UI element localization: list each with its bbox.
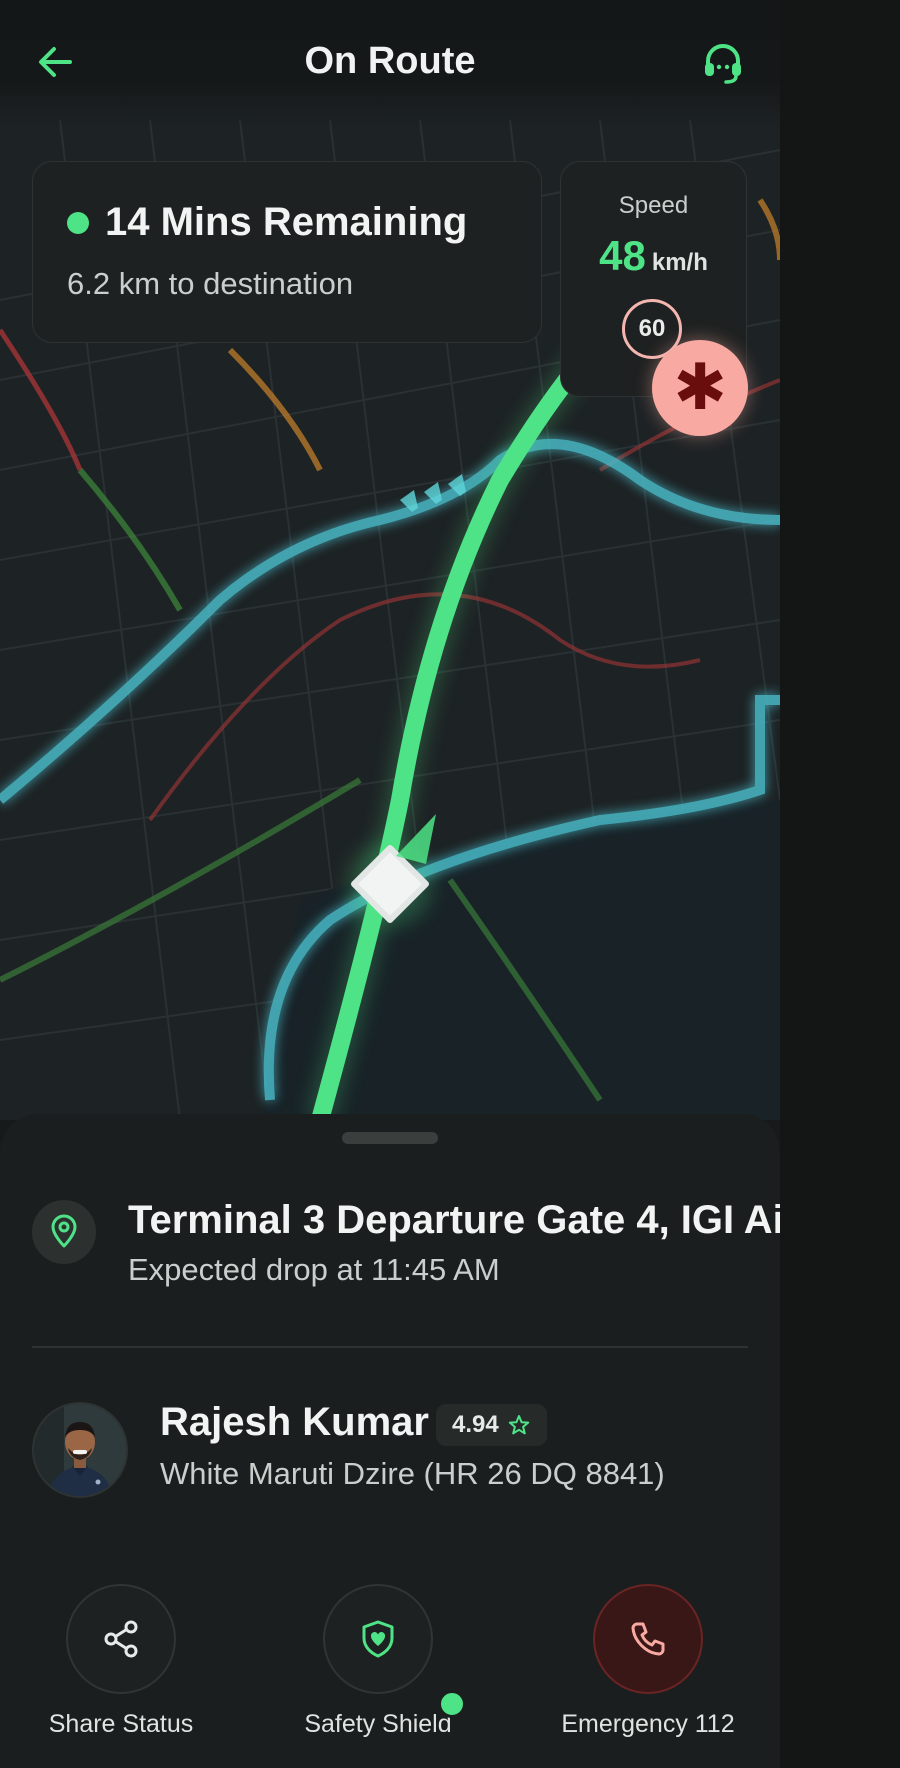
shield-heart-icon [362, 1620, 394, 1658]
sos-button[interactable]: ✱ [652, 340, 748, 436]
destination-icon-wrap [32, 1200, 96, 1264]
share-status-label: Share Status [48, 1710, 194, 1738]
emergency-action: Emergency 112 [528, 1584, 768, 1739]
phone-icon [631, 1622, 665, 1656]
driver-avatar[interactable] [32, 1402, 128, 1498]
rating-value: 4.94 [452, 1411, 499, 1438]
divider [32, 1346, 748, 1348]
current-speed: 48 km/h [561, 232, 746, 280]
safety-shield-label: Safety Shield [304, 1710, 452, 1738]
driver-photo [34, 1404, 126, 1496]
destination-name: Terminal 3 Departure Gate 4, IGI Airport [128, 1198, 780, 1242]
side-edge [780, 0, 900, 1768]
expected-drop-time: Expected drop at 11:45 AM [128, 1252, 500, 1287]
eta-card: 14 Mins Remaining 6.2 km to destination [32, 161, 542, 343]
safety-shield-button[interactable] [323, 1584, 433, 1694]
asterisk-icon: ✱ [673, 351, 727, 425]
driver-name: Rajesh Kumar [160, 1400, 429, 1444]
speed-value: 48 [599, 232, 646, 279]
top-bar: On Route [0, 0, 780, 130]
emergency-call-button[interactable] [593, 1584, 703, 1694]
speed-label: Speed [618, 192, 689, 219]
sheet-drag-handle[interactable] [342, 1132, 438, 1144]
location-pin-icon [51, 1214, 77, 1248]
support-button[interactable] [700, 40, 746, 86]
share-icon [104, 1620, 138, 1658]
share-status-button[interactable] [66, 1584, 176, 1694]
emergency-label: Emergency 112 [561, 1710, 735, 1738]
eta-title: 14 Mins Remaining [105, 200, 468, 244]
live-status-dot [67, 212, 89, 234]
share-status-action: Share Status [1, 1584, 241, 1739]
safety-shield-action: Safety Shield [258, 1584, 498, 1739]
distance-remaining: 6.2 km to destination [67, 266, 354, 301]
driver-rating-badge: 4.94 [436, 1404, 547, 1446]
page-title: On Route [304, 40, 476, 82]
shield-active-dot [438, 1690, 466, 1718]
trip-details-sheet: Terminal 3 Departure Gate 4, IGI Airport… [0, 1114, 780, 1768]
headset-icon [705, 44, 741, 84]
speed-unit: km/h [651, 249, 708, 276]
app-screen: On Route 14 Mins Remaining 6.2 km to des… [0, 0, 780, 1768]
vehicle-details: White Maruti Dzire (HR 26 DQ 8841) [160, 1456, 665, 1491]
star-icon [508, 1415, 529, 1435]
